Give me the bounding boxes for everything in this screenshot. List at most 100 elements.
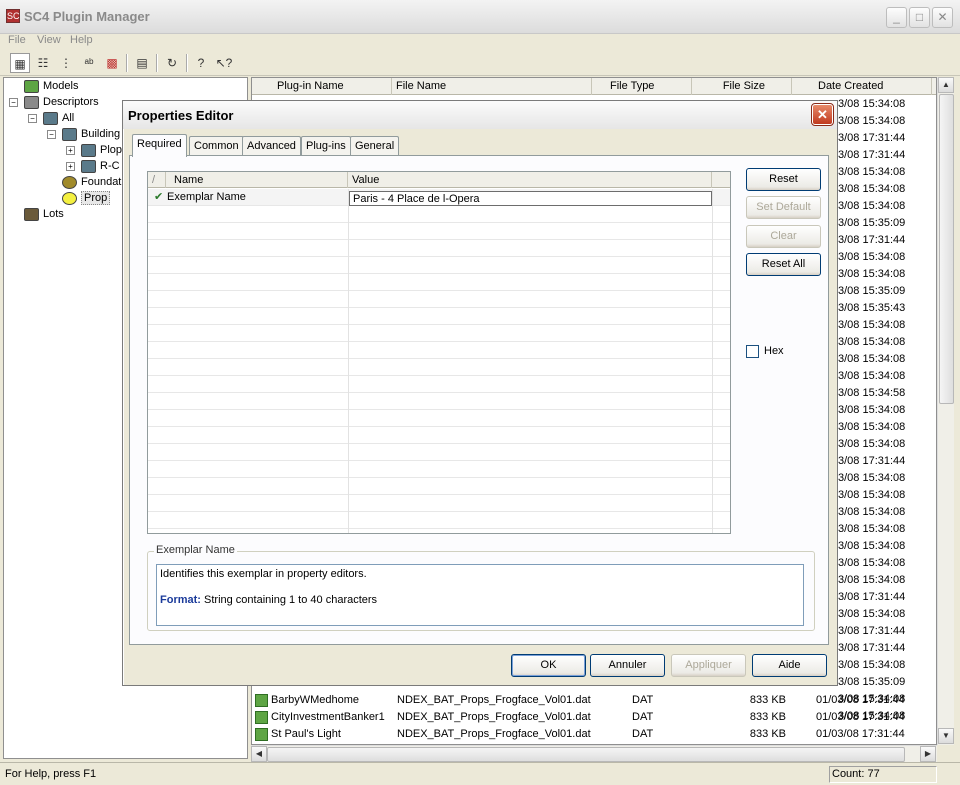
- list-date-cell: 3/08 15:34:08: [838, 183, 906, 195]
- column-date-created[interactable]: Date Created: [792, 78, 932, 95]
- property-grid-header: / Name Value: [148, 172, 730, 188]
- list-date-cell: 3/08 15:34:08: [838, 268, 906, 280]
- vertical-scrollbar[interactable]: ▲ ▼: [937, 77, 954, 745]
- reset-button[interactable]: Reset: [746, 168, 821, 191]
- property-row-empty: [148, 223, 730, 240]
- cell-file-name-text: NDEX_BAT_Props_Frogface_Vol01.dat: [397, 694, 591, 706]
- list-date-cell: 3/08 15:34:08: [838, 438, 906, 450]
- tree-item-plop[interactable]: Plop: [81, 143, 122, 158]
- context-help-icon[interactable]: ↖?: [214, 53, 234, 73]
- tree-item-lots[interactable]: Lots: [24, 207, 64, 222]
- property-row-empty: [148, 291, 730, 308]
- cell-file-name: NDEX_BAT_Props_Frogface_Vol01.dat: [397, 726, 597, 743]
- grid-header-value[interactable]: Value: [348, 172, 712, 188]
- tree-item-r-c[interactable]: R-C: [81, 159, 120, 174]
- ok-button[interactable]: OK: [511, 654, 586, 677]
- tree-item-foundat[interactable]: Foundat: [62, 175, 121, 190]
- list-date-cell: 3/08 15:34:08: [838, 659, 906, 671]
- tree-expander-icon[interactable]: +: [66, 162, 75, 171]
- cell-plugin-name: St Paul's Light: [255, 726, 395, 743]
- tree-expander-icon[interactable]: −: [47, 130, 56, 139]
- property-row-exemplar-name[interactable]: ✔ Exemplar Name: [148, 189, 730, 206]
- tree-expander-icon[interactable]: −: [28, 114, 37, 123]
- apply-button[interactable]: Appliquer: [671, 654, 746, 677]
- cell-file-size-text: 833 KB: [749, 694, 786, 706]
- tree-view-icon[interactable]: ⋮: [56, 53, 76, 73]
- column-file-type[interactable]: File Type: [592, 78, 692, 95]
- list-date-cell: 3/08 15:34:08: [838, 489, 906, 501]
- tree-node-icon: [24, 95, 39, 109]
- dialog-close-icon[interactable]: ✕: [811, 103, 834, 126]
- properties-icon[interactable]: ▤: [132, 53, 152, 73]
- table-row[interactable]: St Paul's Light NDEX_BAT_Props_Frogface_V…: [252, 726, 936, 743]
- cell-plugin-name: CityInvestmentBanker1: [255, 709, 395, 726]
- minimize-button[interactable]: _: [886, 7, 907, 28]
- table-row[interactable]: BarbyWMedhome NDEX_BAT_Props_Frogface_Vol…: [252, 692, 936, 709]
- reset-all-button[interactable]: Reset All: [746, 253, 821, 276]
- column-file-size[interactable]: File Size: [692, 78, 792, 95]
- list-date-cell: 3/08 15:35:09: [838, 217, 906, 229]
- grid-header-name[interactable]: Name: [166, 172, 348, 188]
- cell-date-created-text: 01/03/08 17:31:44: [816, 711, 905, 723]
- scroll-down-icon[interactable]: ▼: [938, 728, 954, 744]
- tree-item-descriptors[interactable]: Descriptors: [24, 95, 99, 110]
- tree-item-models[interactable]: Models: [24, 79, 78, 94]
- tab-plug-ins[interactable]: Plug-ins: [301, 136, 351, 156]
- horizontal-scroll-thumb[interactable]: [267, 747, 905, 762]
- tree-expander-icon[interactable]: −: [9, 98, 18, 107]
- tab-required[interactable]: Required: [132, 134, 187, 157]
- color-grid-view-icon[interactable]: ▩: [102, 53, 122, 73]
- menu-file[interactable]: File: [8, 34, 26, 46]
- model-icon: [255, 693, 268, 707]
- list-date-cell: 3/08 15:34:58: [838, 387, 906, 399]
- cell-date-created: 01/03/08 17:31:44: [816, 692, 936, 709]
- tree-item-all[interactable]: All: [43, 111, 74, 126]
- hex-checkbox[interactable]: [746, 345, 759, 358]
- tab-panel-required: / Name Value ✔Exemplar Name Reset Set De…: [129, 155, 829, 645]
- horizontal-scrollbar[interactable]: ◀ ▶: [251, 745, 937, 762]
- scroll-up-icon[interactable]: ▲: [938, 77, 954, 93]
- tree-expander-icon[interactable]: +: [66, 146, 75, 155]
- large-icons-view-icon[interactable]: ▦: [10, 53, 30, 73]
- tree-item-building[interactable]: Building: [62, 127, 120, 142]
- property-row-empty: [148, 376, 730, 393]
- set-default-button[interactable]: Set Default: [746, 196, 821, 219]
- cell-file-name: NDEX_BAT_Props_Frogface_Vol01.dat: [397, 709, 597, 726]
- list-date-cell: 3/08 15:34:08: [838, 574, 906, 586]
- table-row[interactable]: CityInvestmentBanker1 NDEX_BAT_Props_Frog…: [252, 709, 936, 726]
- grid-header-sort[interactable]: /: [148, 172, 166, 188]
- check-icon: ✔: [154, 191, 164, 203]
- cell-date-created-text: 01/03/08 17:31:44: [816, 694, 905, 706]
- tab-advanced[interactable]: Advanced: [242, 136, 301, 156]
- details-view-icon[interactable]: ☷: [33, 53, 53, 73]
- tab-common[interactable]: Common: [189, 136, 244, 156]
- vertical-scroll-thumb[interactable]: [939, 94, 954, 404]
- column-file-name[interactable]: File Name: [392, 78, 592, 95]
- tree-item-prop[interactable]: Prop: [62, 191, 111, 206]
- list-date-cell: 3/08 17:31:44: [838, 642, 906, 654]
- property-grid[interactable]: / Name Value ✔ Exemplar Name: [147, 171, 731, 534]
- clear-button[interactable]: Clear: [746, 225, 821, 248]
- tree-node-icon: [24, 207, 39, 221]
- maximize-button[interactable]: □: [909, 7, 930, 28]
- menu-bar: File View Help: [0, 31, 960, 49]
- menu-help[interactable]: Help: [70, 34, 93, 46]
- close-button[interactable]: ✕: [932, 7, 953, 28]
- help-icon[interactable]: ?: [191, 53, 211, 73]
- dialog-title-bar[interactable]: Properties Editor ✕: [123, 101, 837, 129]
- tree-node-icon: [81, 143, 96, 157]
- refresh-icon[interactable]: ↻: [162, 53, 182, 73]
- tab-general[interactable]: General: [350, 136, 400, 156]
- list-date-cell: 3/08 15:34:08: [838, 370, 906, 382]
- scroll-left-icon[interactable]: ◀: [251, 746, 267, 762]
- toolbar-separator: [126, 54, 128, 72]
- sort-view-icon[interactable]: ᵃᵇ: [79, 53, 99, 73]
- column-plugin-name[interactable]: Plug-in Name: [252, 78, 392, 95]
- scroll-right-icon[interactable]: ▶: [920, 746, 936, 762]
- cancel-button[interactable]: Annuler: [590, 654, 665, 677]
- menu-view[interactable]: View: [37, 34, 61, 46]
- hex-label: Hex: [764, 345, 784, 357]
- property-value-input[interactable]: [349, 191, 712, 206]
- help-button[interactable]: Aide: [752, 654, 827, 677]
- window-title: SC4 Plugin Manager: [24, 9, 150, 24]
